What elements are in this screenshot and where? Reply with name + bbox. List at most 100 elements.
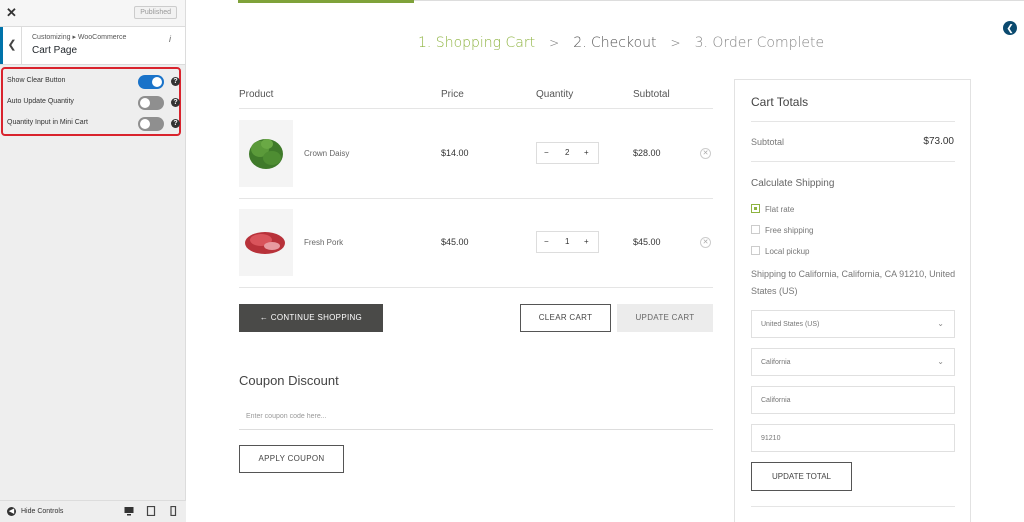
row-subtotal: $28.00 <box>633 148 661 158</box>
toggle-knob <box>140 119 150 129</box>
divider <box>239 287 713 288</box>
help-icon[interactable]: ? <box>171 77 180 86</box>
option-show-clear-button: Show Clear Button ? <box>7 73 180 91</box>
column-header-price: Price <box>441 89 464 100</box>
show-clear-button-toggle[interactable] <box>138 75 164 89</box>
divider <box>239 108 713 109</box>
product-image-crown-daisy[interactable] <box>239 120 293 187</box>
step-checkout[interactable]: 2. Checkout <box>573 35 656 51</box>
country-value: United States (US) <box>761 321 820 328</box>
mobile-preview-icon[interactable] <box>168 505 178 517</box>
toggle-knob <box>152 77 162 87</box>
quantity-input-mini-cart-toggle[interactable] <box>138 117 164 131</box>
coupon-title: Coupon Discount <box>239 373 339 388</box>
remove-item-icon[interactable]: ✕ <box>700 237 711 248</box>
product-name[interactable]: Crown Daisy <box>304 149 349 158</box>
hide-controls-icon[interactable]: ◀ <box>7 507 16 516</box>
desktop-preview-icon[interactable] <box>124 506 134 517</box>
customizer-footer: ◀ Hide Controls <box>0 500 186 522</box>
arrow-left-icon: ← <box>259 313 269 322</box>
info-icon[interactable]: i <box>169 34 171 44</box>
product-name[interactable]: Fresh Pork <box>304 238 343 247</box>
apply-coupon-button[interactable]: APPLY COUPON <box>239 445 344 473</box>
column-header-product: Product <box>239 89 274 100</box>
step-shopping-cart[interactable]: 1. Shopping Cart <box>418 35 535 51</box>
product-price: $45.00 <box>441 237 469 247</box>
back-icon[interactable]: ❮ <box>0 27 22 64</box>
divider <box>751 506 955 507</box>
breadcrumb: Customizing ▸ WooCommerce <box>32 34 127 41</box>
minus-icon[interactable]: − <box>544 237 549 246</box>
chevron-down-icon: ⌄ <box>937 319 944 328</box>
chevron-left-circle-icon[interactable]: ❮ <box>1003 21 1017 35</box>
checkbox-icon[interactable] <box>751 204 760 213</box>
checkout-steps: 1. Shopping Cart >2. Checkout >3. Order Co… <box>418 35 824 51</box>
step-order-complete[interactable]: 3. Order Complete <box>695 35 825 51</box>
coupon-code-input[interactable] <box>239 404 713 430</box>
state-select[interactable]: California ⌄ <box>751 348 955 376</box>
cart-totals-title: Cart Totals <box>751 95 809 109</box>
shipping-option-free-shipping[interactable]: Free shipping <box>751 225 813 235</box>
help-icon[interactable]: ? <box>171 119 180 128</box>
product-price: $14.00 <box>441 148 469 158</box>
quantity-value[interactable]: 2 <box>565 148 569 157</box>
product-image-fresh-pork[interactable] <box>239 209 293 276</box>
option-auto-update-quantity: Auto Update Quantity ? <box>7 94 180 112</box>
chevron-right-icon: > <box>670 36 681 50</box>
subtotal-value: $73.00 <box>923 136 954 147</box>
header-divider <box>414 0 1024 1</box>
shipping-option-local-pickup[interactable]: Local pickup <box>751 246 809 256</box>
divider <box>751 161 955 162</box>
remove-item-icon[interactable]: ✕ <box>700 148 711 159</box>
option-quantity-input-mini-cart: Quantity Input in Mini Cart ? <box>7 115 180 133</box>
close-icon[interactable]: ✕ <box>6 5 17 21</box>
divider <box>751 121 955 122</box>
column-header-subtotal: Subtotal <box>633 89 670 100</box>
checkbox-icon[interactable] <box>751 246 760 255</box>
cart-options-group: Show Clear Button ? Auto Update Quantity… <box>1 67 181 136</box>
continue-shopping-button[interactable]: ← CONTINUE SHOPPING <box>239 304 383 332</box>
option-label: Auto Update Quantity <box>7 98 74 105</box>
option-label: Show Clear Button <box>7 77 66 84</box>
country-select[interactable]: United States (US) ⌄ <box>751 310 955 338</box>
header-accent-line <box>238 0 414 3</box>
update-total-button[interactable]: UPDATE TOTAL <box>751 462 852 491</box>
chevron-right-icon: > <box>549 36 560 50</box>
quantity-stepper[interactable]: − 2 + <box>536 142 599 164</box>
calculate-shipping-label: Calculate Shipping <box>751 178 835 189</box>
quantity-stepper[interactable]: − 1 + <box>536 231 599 253</box>
city-field[interactable]: California <box>751 386 955 414</box>
customizer-topbar: ✕ Published <box>0 0 185 27</box>
checkbox-icon[interactable] <box>751 225 760 234</box>
minus-icon[interactable]: − <box>544 148 549 157</box>
update-cart-button[interactable]: UPDATE CART <box>617 304 713 332</box>
tablet-preview-icon[interactable] <box>146 505 156 517</box>
state-value: California <box>761 359 791 366</box>
toggle-knob <box>140 98 150 108</box>
column-header-quantity: Quantity <box>536 89 574 100</box>
published-button[interactable]: Published <box>134 6 177 19</box>
quantity-value[interactable]: 1 <box>565 237 569 246</box>
plus-icon[interactable]: + <box>584 148 589 157</box>
auto-update-quantity-toggle[interactable] <box>138 96 164 110</box>
hide-controls-button[interactable]: Hide Controls <box>21 508 63 515</box>
city-value: California <box>761 397 791 404</box>
customizer-sidebar: ✕ Published ❮ Customizing ▸ WooCommerce … <box>0 0 186 522</box>
cart-totals-panel: Cart Totals Subtotal $73.00 Calculate Sh… <box>734 79 971 522</box>
subtotal-label: Subtotal <box>751 137 785 147</box>
row-subtotal: $45.00 <box>633 237 661 247</box>
help-icon[interactable]: ? <box>171 98 180 107</box>
zip-field[interactable]: 91210 <box>751 424 955 452</box>
button-label: CONTINUE SHOPPING <box>270 313 363 322</box>
shipping-destination: Shipping to California, California, CA 9… <box>751 269 956 296</box>
clear-cart-button[interactable]: CLEAR CART <box>520 304 611 332</box>
divider <box>239 198 713 199</box>
shipping-option-flat-rate[interactable]: Flat rate <box>751 204 794 214</box>
option-label: Quantity Input in Mini Cart <box>7 119 88 126</box>
option-label: Local pickup <box>765 247 810 256</box>
plus-icon[interactable]: + <box>584 237 589 246</box>
chevron-down-icon: ⌄ <box>937 357 944 366</box>
section-header: ❮ Customizing ▸ WooCommerce Cart Page i <box>0 27 185 65</box>
zip-value: 91210 <box>761 435 781 442</box>
option-label: Free shipping <box>765 226 814 235</box>
